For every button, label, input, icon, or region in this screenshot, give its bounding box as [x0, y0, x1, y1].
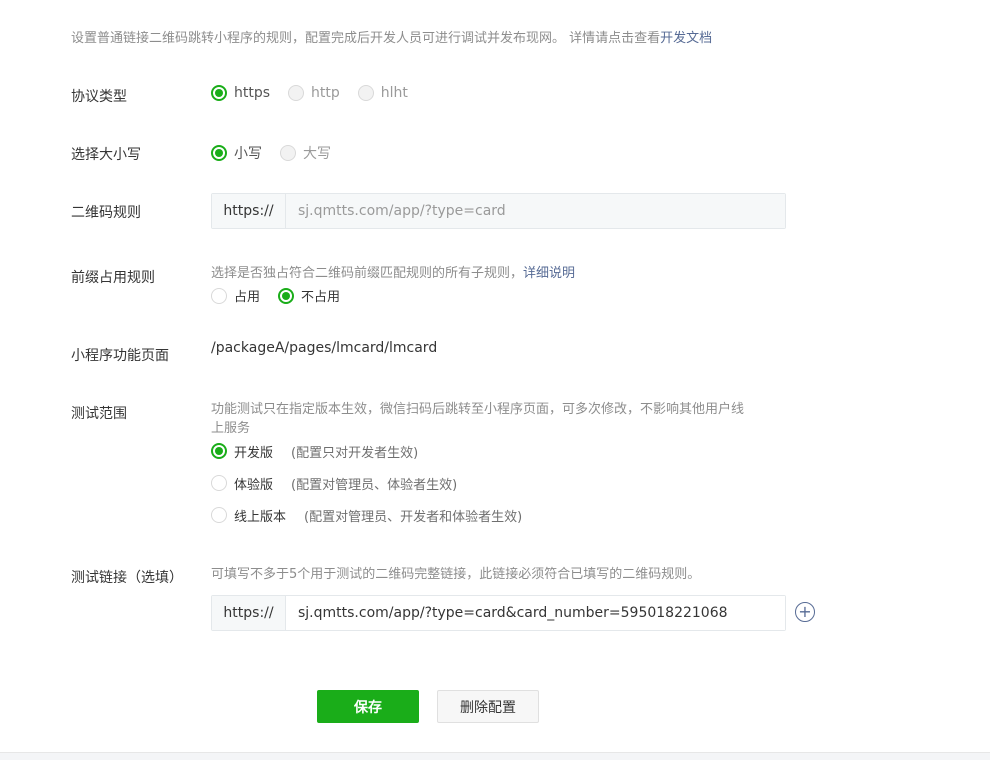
radio-unchecked-icon	[211, 475, 227, 491]
intro-text: 设置普通链接二维码跳转小程序的规则，配置完成后开发人员可进行调试并发布现网。 详…	[71, 27, 712, 46]
radio-unchecked-icon	[288, 85, 305, 101]
radio-label: http	[311, 85, 340, 101]
test-link-prefix: https://	[212, 596, 286, 630]
protocol-radio-hlht[interactable]: hlht	[357, 85, 408, 101]
test-scope-desc-line1: 功能测试只在指定版本生效，微信扫码后跳转至小程序页面，可多次修改，不影响其他用户…	[211, 402, 745, 417]
qr-rule-input-group: https:// sj.qmtts.com/app/?type=card	[211, 193, 786, 229]
case-radio-group: 小写 大写	[211, 143, 349, 163]
radio-label: hlht	[380, 85, 408, 101]
save-button[interactable]: 保存	[317, 690, 419, 723]
prefix-radio-occupy[interactable]: 占用	[211, 286, 260, 305]
radio-label: 大写	[303, 146, 331, 162]
radio-checked-icon	[211, 85, 227, 101]
prefix-rule-detail-link[interactable]: 详细说明	[523, 266, 575, 281]
radio-label: https	[234, 85, 271, 101]
test-link-label: 测试链接（选填）	[71, 570, 183, 586]
test-scope-label: 测试范围	[71, 406, 127, 422]
test-scope-option-online[interactable]: 线上版本 (配置对管理员、开发者和体验者生效)	[211, 505, 801, 525]
page-path-value: /packageA/pages/lmcard/lmcard	[211, 340, 438, 356]
option-note: (配置对管理员、开发者和体验者生效)	[304, 509, 523, 525]
case-label: 选择大小写	[71, 147, 141, 163]
qr-rule-label: 二维码规则	[71, 205, 141, 221]
test-link-input[interactable]: sj.qmtts.com/app/?type=card&card_number=…	[286, 596, 785, 630]
prefix-rule-desc: 选择是否独占符合二维码前缀匹配规则的所有子规则，详细说明	[211, 263, 575, 284]
radio-label: 不占用	[301, 290, 341, 305]
test-scope-control: 功能测试只在指定版本生效，微信扫码后跳转至小程序页面，可多次修改，不影响其他用户…	[211, 399, 801, 525]
radio-label: 占用	[234, 290, 261, 305]
test-scope-option-dev[interactable]: 开发版 (配置只对开发者生效)	[211, 441, 801, 461]
protocol-label: 协议类型	[71, 89, 127, 105]
radio-unchecked-icon	[211, 287, 227, 304]
radio-checked-icon	[278, 287, 295, 304]
radio-label: 小写	[234, 146, 262, 162]
prefix-rule-label: 前缀占用规则	[71, 270, 155, 286]
radio-label: 开发版	[234, 445, 274, 461]
case-radio-upper[interactable]: 大写	[280, 143, 331, 163]
test-link-input-group: https:// sj.qmtts.com/app/?type=card&car…	[211, 595, 786, 631]
delete-config-button[interactable]: 删除配置	[437, 690, 539, 723]
qr-rule-prefix: https://	[212, 194, 286, 228]
test-link-desc: 可填写不多于5个用于测试的二维码完整链接，此链接必须符合已填写的二维码规则。	[211, 567, 701, 582]
qr-rule-input[interactable]: sj.qmtts.com/app/?type=card	[286, 194, 785, 228]
add-link-plus-icon[interactable]: +	[795, 602, 815, 622]
option-note: (配置只对开发者生效)	[291, 445, 419, 461]
option-note: (配置对管理员、体验者生效)	[291, 477, 458, 493]
test-scope-option-trial[interactable]: 体验版 (配置对管理员、体验者生效)	[211, 473, 801, 493]
protocol-radio-https[interactable]: https	[211, 85, 270, 101]
case-radio-lower[interactable]: 小写	[211, 143, 262, 163]
page-label: 小程序功能页面	[71, 348, 169, 364]
test-scope-radio-dev[interactable]: 开发版	[211, 442, 273, 461]
protocol-radio-group: https http hlht	[211, 85, 426, 101]
radio-label: 体验版	[234, 477, 274, 493]
intro-description: 设置普通链接二维码跳转小程序的规则，配置完成后开发人员可进行调试并发布现网。 详…	[71, 31, 661, 46]
protocol-radio-http[interactable]: http	[288, 85, 340, 101]
dev-docs-link[interactable]: 开发文档	[660, 31, 712, 46]
page-bottom-divider	[0, 752, 990, 760]
prefix-rule-radio-group: 占用 不占用	[211, 286, 575, 305]
radio-checked-icon	[211, 443, 227, 459]
radio-checked-icon	[211, 145, 227, 161]
radio-label: 线上版本	[234, 509, 287, 525]
radio-unchecked-icon	[280, 145, 296, 161]
test-scope-desc-line2: 上服务	[211, 421, 251, 436]
test-scope-radio-online[interactable]: 线上版本	[211, 506, 286, 525]
test-scope-desc: 功能测试只在指定版本生效，微信扫码后跳转至小程序页面，可多次修改，不影响其他用户…	[211, 399, 801, 439]
prefix-radio-not-occupy[interactable]: 不占用	[278, 286, 340, 305]
test-scope-radio-trial[interactable]: 体验版	[211, 474, 273, 493]
prefix-rule-desc-text: 选择是否独占符合二维码前缀匹配规则的所有子规则，	[211, 266, 524, 281]
radio-unchecked-icon	[211, 507, 227, 523]
prefix-rule-control: 选择是否独占符合二维码前缀匹配规则的所有子规则，详细说明 占用 不占用	[211, 263, 575, 305]
radio-unchecked-icon	[357, 85, 374, 101]
